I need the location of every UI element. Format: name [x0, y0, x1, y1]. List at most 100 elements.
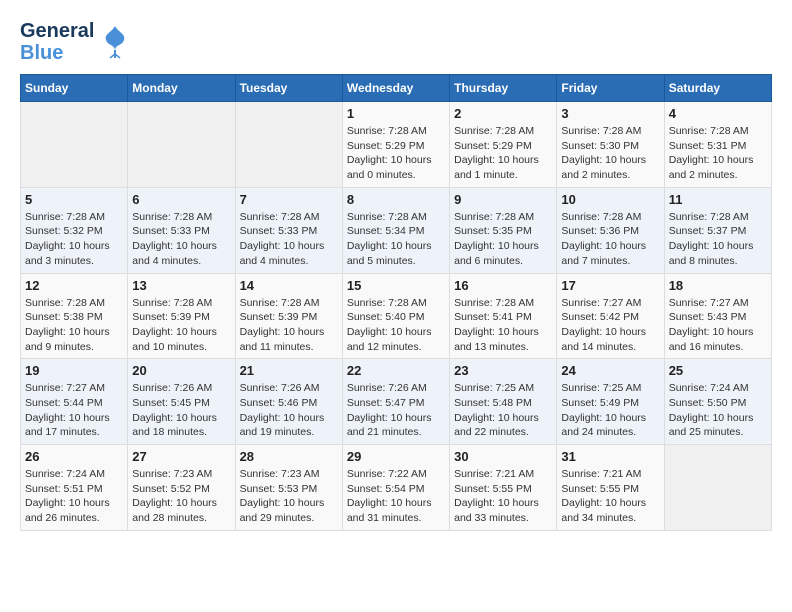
day-info: Sunrise: 7:25 AMSunset: 5:48 PMDaylight:… [454, 381, 552, 440]
day-number: 29 [347, 449, 445, 464]
day-info: Sunrise: 7:28 AMSunset: 5:36 PMDaylight:… [561, 210, 659, 269]
day-cell-14: 14 Sunrise: 7:28 AMSunset: 5:39 PMDayligh… [235, 273, 342, 359]
day-number: 30 [454, 449, 552, 464]
day-cell-24: 24 Sunrise: 7:25 AMSunset: 5:49 PMDayligh… [557, 359, 664, 445]
day-cell-15: 15Sunrise: 7:28 AMSunset: 5:40 PMDayligh… [342, 273, 449, 359]
day-number: 12 [25, 278, 123, 293]
weekday-header-row: SundayMondayTuesdayWednesdayThursdayFrid… [21, 75, 772, 102]
day-number: 16 [454, 278, 552, 293]
day-cell-28: 28 Sunrise: 7:23 AMSunset: 5:53 PMDayligh… [235, 445, 342, 531]
day-cell-23: 23 Sunrise: 7:25 AMSunset: 5:48 PMDayligh… [450, 359, 557, 445]
day-info: Sunrise: 7:26 AMSunset: 5:45 PMDaylight:… [132, 381, 230, 440]
day-info: Sunrise: 7:25 AMSunset: 5:49 PMDaylight:… [561, 381, 659, 440]
day-cell-20: 20Sunrise: 7:26 AMSunset: 5:45 PMDayligh… [128, 359, 235, 445]
day-number: 25 [669, 363, 767, 378]
day-cell-16: 16Sunrise: 7:28 AMSunset: 5:41 PMDayligh… [450, 273, 557, 359]
week-row-3: 12 Sunrise: 7:28 AMSunset: 5:38 PMDayligh… [21, 273, 772, 359]
day-info: Sunrise: 7:22 AMSunset: 5:54 PMDaylight:… [347, 467, 445, 526]
empty-cell [128, 102, 235, 188]
day-cell-11: 11 Sunrise: 7:28 AMSunset: 5:37 PMDayligh… [664, 187, 771, 273]
day-number: 24 [561, 363, 659, 378]
weekday-header-thursday: Thursday [450, 75, 557, 102]
day-number: 27 [132, 449, 230, 464]
day-number: 26 [25, 449, 123, 464]
day-number: 23 [454, 363, 552, 378]
weekday-header-wednesday: Wednesday [342, 75, 449, 102]
day-number: 10 [561, 192, 659, 207]
day-number: 18 [669, 278, 767, 293]
logo-blue-text: Blue [20, 42, 94, 64]
weekday-header-saturday: Saturday [664, 75, 771, 102]
day-number: 22 [347, 363, 445, 378]
day-info: Sunrise: 7:21 AMSunset: 5:55 PMDaylight:… [561, 467, 659, 526]
week-row-5: 26 Sunrise: 7:24 AMSunset: 5:51 PMDayligh… [21, 445, 772, 531]
day-cell-2: 2Sunrise: 7:28 AMSunset: 5:29 PMDaylight… [450, 102, 557, 188]
day-cell-12: 12 Sunrise: 7:28 AMSunset: 5:38 PMDayligh… [21, 273, 128, 359]
day-number: 28 [240, 449, 338, 464]
day-cell-13: 13Sunrise: 7:28 AMSunset: 5:39 PMDayligh… [128, 273, 235, 359]
calendar-table: SundayMondayTuesdayWednesdayThursdayFrid… [20, 74, 772, 531]
day-number: 7 [240, 192, 338, 207]
day-number: 9 [454, 192, 552, 207]
day-cell-6: 6 Sunrise: 7:28 AMSunset: 5:33 PMDaylight… [128, 187, 235, 273]
day-info: Sunrise: 7:26 AMSunset: 5:46 PMDaylight:… [240, 381, 338, 440]
week-row-2: 5 Sunrise: 7:28 AMSunset: 5:32 PMDaylight… [21, 187, 772, 273]
empty-cell [21, 102, 128, 188]
day-number: 4 [669, 106, 767, 121]
day-cell-5: 5 Sunrise: 7:28 AMSunset: 5:32 PMDaylight… [21, 187, 128, 273]
day-cell-21: 21 Sunrise: 7:26 AMSunset: 5:46 PMDayligh… [235, 359, 342, 445]
day-info: Sunrise: 7:24 AMSunset: 5:51 PMDaylight:… [25, 467, 123, 526]
day-number: 13 [132, 278, 230, 293]
weekday-header-monday: Monday [128, 75, 235, 102]
day-number: 15 [347, 278, 445, 293]
day-cell-7: 7 Sunrise: 7:28 AMSunset: 5:33 PMDaylight… [235, 187, 342, 273]
day-info: Sunrise: 7:28 AMSunset: 5:32 PMDaylight:… [25, 210, 123, 269]
day-cell-17: 17 Sunrise: 7:27 AMSunset: 5:42 PMDayligh… [557, 273, 664, 359]
weekday-header-friday: Friday [557, 75, 664, 102]
logo: General Blue [20, 20, 130, 64]
day-info: Sunrise: 7:28 AMSunset: 5:38 PMDaylight:… [25, 296, 123, 355]
day-cell-31: 31Sunrise: 7:21 AMSunset: 5:55 PMDayligh… [557, 445, 664, 531]
day-info: Sunrise: 7:28 AMSunset: 5:37 PMDaylight:… [669, 210, 767, 269]
day-info: Sunrise: 7:23 AMSunset: 5:52 PMDaylight:… [132, 467, 230, 526]
day-cell-9: 9 Sunrise: 7:28 AMSunset: 5:35 PMDaylight… [450, 187, 557, 273]
day-number: 6 [132, 192, 230, 207]
day-cell-22: 22 Sunrise: 7:26 AMSunset: 5:47 PMDayligh… [342, 359, 449, 445]
day-cell-18: 18 Sunrise: 7:27 AMSunset: 5:43 PMDayligh… [664, 273, 771, 359]
weekday-header-tuesday: Tuesday [235, 75, 342, 102]
day-number: 17 [561, 278, 659, 293]
day-info: Sunrise: 7:23 AMSunset: 5:53 PMDaylight:… [240, 467, 338, 526]
day-number: 14 [240, 278, 338, 293]
day-info: Sunrise: 7:28 AMSunset: 5:39 PMDaylight:… [240, 296, 338, 355]
day-info: Sunrise: 7:24 AMSunset: 5:50 PMDaylight:… [669, 381, 767, 440]
day-info: Sunrise: 7:28 AMSunset: 5:33 PMDaylight:… [240, 210, 338, 269]
day-info: Sunrise: 7:28 AMSunset: 5:30 PMDaylight:… [561, 124, 659, 183]
day-cell-27: 27 Sunrise: 7:23 AMSunset: 5:52 PMDayligh… [128, 445, 235, 531]
day-info: Sunrise: 7:26 AMSunset: 5:47 PMDaylight:… [347, 381, 445, 440]
day-info: Sunrise: 7:28 AMSunset: 5:33 PMDaylight:… [132, 210, 230, 269]
empty-cell [235, 102, 342, 188]
week-row-1: 1Sunrise: 7:28 AMSunset: 5:29 PMDaylight… [21, 102, 772, 188]
day-number: 19 [25, 363, 123, 378]
day-info: Sunrise: 7:28 AMSunset: 5:31 PMDaylight:… [669, 124, 767, 183]
day-info: Sunrise: 7:28 AMSunset: 5:35 PMDaylight:… [454, 210, 552, 269]
day-number: 11 [669, 192, 767, 207]
day-info: Sunrise: 7:27 AMSunset: 5:42 PMDaylight:… [561, 296, 659, 355]
page-header: General Blue [20, 20, 772, 64]
day-number: 21 [240, 363, 338, 378]
logo-general-text: General [20, 20, 94, 42]
day-info: Sunrise: 7:27 AMSunset: 5:44 PMDaylight:… [25, 381, 123, 440]
day-cell-25: 25 Sunrise: 7:24 AMSunset: 5:50 PMDayligh… [664, 359, 771, 445]
day-cell-1: 1Sunrise: 7:28 AMSunset: 5:29 PMDaylight… [342, 102, 449, 188]
day-cell-19: 19 Sunrise: 7:27 AMSunset: 5:44 PMDayligh… [21, 359, 128, 445]
day-info: Sunrise: 7:27 AMSunset: 5:43 PMDaylight:… [669, 296, 767, 355]
day-number: 5 [25, 192, 123, 207]
day-number: 3 [561, 106, 659, 121]
day-info: Sunrise: 7:28 AMSunset: 5:29 PMDaylight:… [347, 124, 445, 183]
day-number: 2 [454, 106, 552, 121]
day-cell-29: 29 Sunrise: 7:22 AMSunset: 5:54 PMDayligh… [342, 445, 449, 531]
day-info: Sunrise: 7:28 AMSunset: 5:34 PMDaylight:… [347, 210, 445, 269]
day-cell-10: 10 Sunrise: 7:28 AMSunset: 5:36 PMDayligh… [557, 187, 664, 273]
day-info: Sunrise: 7:21 AMSunset: 5:55 PMDaylight:… [454, 467, 552, 526]
logo-bird-icon [100, 24, 130, 60]
